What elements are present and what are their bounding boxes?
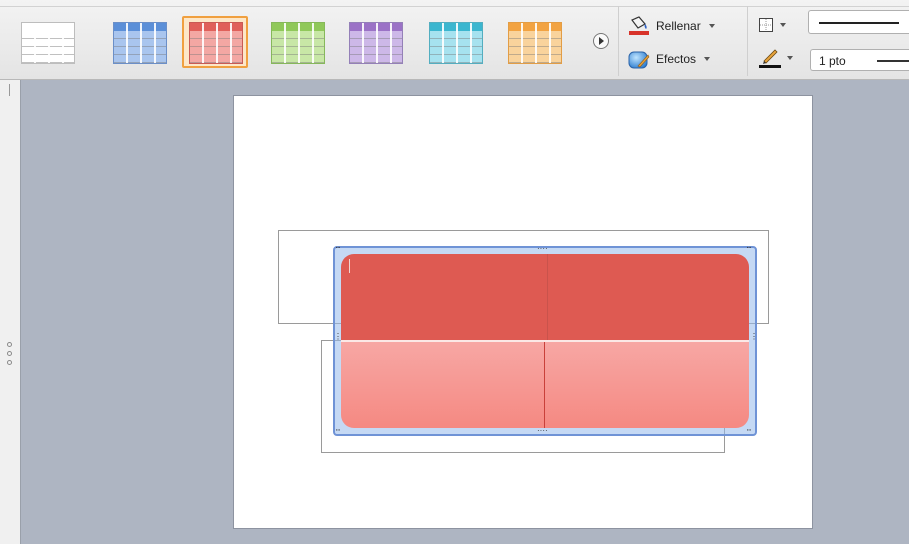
borders-button[interactable] xyxy=(758,14,786,36)
table-style-column-gaps xyxy=(114,23,166,63)
table-style-green[interactable] xyxy=(264,16,330,68)
line-style-dropdown[interactable] xyxy=(808,10,909,34)
borders-icon xyxy=(758,17,774,33)
fill-label: Rellenar xyxy=(656,19,701,33)
table-cell[interactable] xyxy=(544,342,749,428)
resize-grip-dot[interactable] xyxy=(7,360,12,365)
table-style-blue[interactable] xyxy=(106,16,172,68)
effects-button[interactable]: Efectos xyxy=(628,48,711,70)
table-cell[interactable] xyxy=(341,342,544,428)
resize-handle-bottom-right[interactable]: ⠤ xyxy=(746,425,752,433)
ribbon-separator xyxy=(618,6,619,76)
table-style-preview xyxy=(429,22,483,64)
effects-icon xyxy=(628,49,650,69)
more-styles-button[interactable] xyxy=(593,33,609,49)
table-style-teal[interactable] xyxy=(422,16,488,68)
line-weight-preview xyxy=(877,60,909,62)
column-divider xyxy=(547,254,548,340)
table-body-row xyxy=(341,342,749,428)
effects-label: Efectos xyxy=(656,52,697,66)
ribbon: Rellenar Efectos 1 pto xyxy=(0,0,909,80)
table-style-preview xyxy=(113,22,167,64)
table-cell[interactable] xyxy=(341,254,547,340)
chevron-down-icon xyxy=(780,23,786,27)
table-style-plain[interactable] xyxy=(14,16,80,68)
table-style-purple[interactable] xyxy=(342,16,408,68)
table[interactable] xyxy=(341,254,749,428)
table-style-column-gaps xyxy=(430,23,482,63)
resize-handle-top-left[interactable]: ⠉ xyxy=(335,247,341,255)
paint-bucket-icon xyxy=(628,16,650,36)
chevron-down-icon xyxy=(787,56,793,60)
line-style-preview xyxy=(819,22,899,24)
table-style-preview xyxy=(508,22,562,64)
chevron-down-icon xyxy=(704,57,711,61)
pen-icon xyxy=(758,47,782,69)
resize-handle-right[interactable]: ⋮ xyxy=(750,333,758,341)
ribbon-separator xyxy=(747,6,748,76)
table-style-orange[interactable] xyxy=(501,16,567,68)
table-style-preview xyxy=(189,22,243,64)
thumbnail-pane-edge xyxy=(0,80,21,544)
table-style-preview xyxy=(21,22,75,64)
table-style-column-gaps xyxy=(272,23,324,63)
resize-handle-bottom-left[interactable]: ⠤ xyxy=(335,425,341,433)
resize-handle-left[interactable]: ⋮ xyxy=(334,333,342,341)
chevron-down-icon xyxy=(708,24,715,28)
pen-color-button[interactable] xyxy=(758,47,793,69)
line-weight-dropdown[interactable]: 1 pto xyxy=(810,49,909,71)
column-divider xyxy=(544,342,545,428)
line-weight-value: 1 pto xyxy=(819,54,846,68)
resize-grip-dot[interactable] xyxy=(7,342,12,347)
resize-handle-top-right[interactable]: ⠉ xyxy=(746,247,752,255)
table-style-preview xyxy=(349,22,403,64)
resize-grip-dot[interactable] xyxy=(7,351,12,356)
resize-handle-bottom[interactable]: ···· xyxy=(537,427,548,435)
table-style-column-gaps xyxy=(350,23,402,63)
table-style-column-gaps xyxy=(190,23,242,63)
table-style-red[interactable] xyxy=(182,16,248,68)
table-style-column-gaps xyxy=(509,23,561,63)
table-styles-gallery xyxy=(20,12,620,72)
table-style-preview xyxy=(271,22,325,64)
pane-marker xyxy=(9,84,10,96)
table-cell[interactable] xyxy=(547,254,749,340)
resize-handle-top[interactable]: ···· xyxy=(537,245,548,253)
fill-button[interactable]: Rellenar xyxy=(628,15,715,37)
table-style-column-gaps xyxy=(22,23,74,63)
table-header-row xyxy=(341,254,749,342)
text-cursor xyxy=(349,259,350,273)
